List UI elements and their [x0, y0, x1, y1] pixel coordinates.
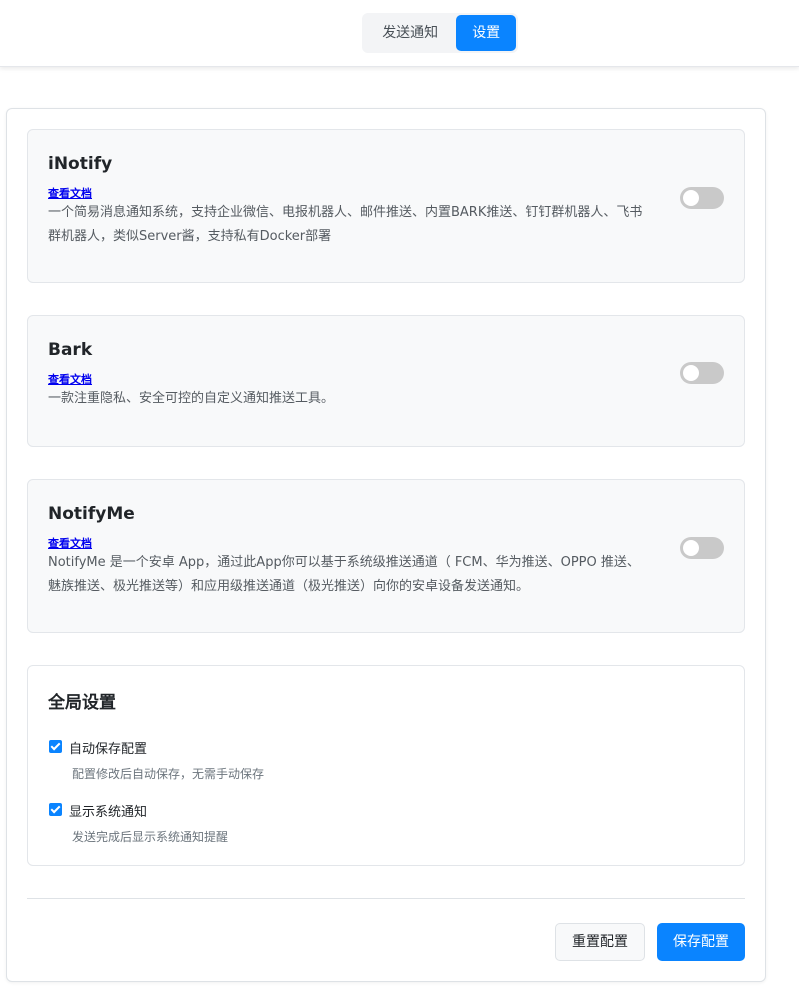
tab-send-notification[interactable]: 发送通知	[364, 15, 456, 51]
settings-panel: iNotify 查看文档 一个简易消息通知系统，支持企业微信、电报机器人、邮件推…	[6, 108, 766, 982]
service-toggle[interactable]	[680, 187, 724, 209]
nav-tabs: 发送通知 设置	[362, 13, 518, 53]
reset-config-button[interactable]: 重置配置	[555, 923, 645, 961]
service-description: 一款注重隐私、安全可控的自定义通知推送工具。	[48, 391, 335, 406]
auto-save-checkbox[interactable]	[49, 740, 62, 753]
doc-link[interactable]: 查看文档	[48, 371, 92, 387]
service-title: Bark	[48, 340, 93, 360]
system-notify-checkbox[interactable]	[49, 803, 62, 816]
global-settings-card: 全局设置 自动保存配置 配置修改后自动保存，无需手动保存 显示系统通知 发送完成…	[27, 665, 745, 866]
footer-divider	[27, 898, 745, 899]
service-title: NotifyMe	[48, 504, 135, 524]
doc-link[interactable]: 查看文档	[48, 185, 92, 201]
save-config-button[interactable]: 保存配置	[657, 923, 745, 961]
top-nav-bar: 发送通知 设置	[0, 0, 799, 67]
service-toggle[interactable]	[680, 362, 724, 384]
system-notify-hint: 发送完成后显示系统通知提醒	[72, 830, 229, 844]
global-settings-title: 全局设置	[48, 693, 116, 713]
auto-save-hint: 配置修改后自动保存，无需手动保存	[72, 767, 265, 781]
service-toggle[interactable]	[680, 537, 724, 559]
service-card-inotify: iNotify 查看文档 一个简易消息通知系统，支持企业微信、电报机器人、邮件推…	[27, 129, 745, 283]
service-description: NotifyMe 是一个安卓 App，通过此App你可以基于系统级推送通道（ F…	[48, 555, 640, 594]
service-title: iNotify	[48, 154, 113, 174]
service-card-bark: Bark 查看文档 一款注重隐私、安全可控的自定义通知推送工具。	[27, 315, 745, 447]
doc-link[interactable]: 查看文档	[48, 535, 92, 551]
toggle-knob	[683, 190, 699, 206]
toggle-knob	[683, 365, 699, 381]
system-notify-label[interactable]: 显示系统通知	[69, 801, 147, 820]
auto-save-label[interactable]: 自动保存配置	[69, 738, 147, 757]
service-description: 一个简易消息通知系统，支持企业微信、电报机器人、邮件推送、内置BARK推送、钉钉…	[48, 205, 643, 244]
tab-settings[interactable]: 设置	[456, 15, 516, 51]
toggle-knob	[683, 540, 699, 556]
service-card-notifyme: NotifyMe 查看文档 NotifyMe 是一个安卓 App，通过此App你…	[27, 479, 745, 633]
